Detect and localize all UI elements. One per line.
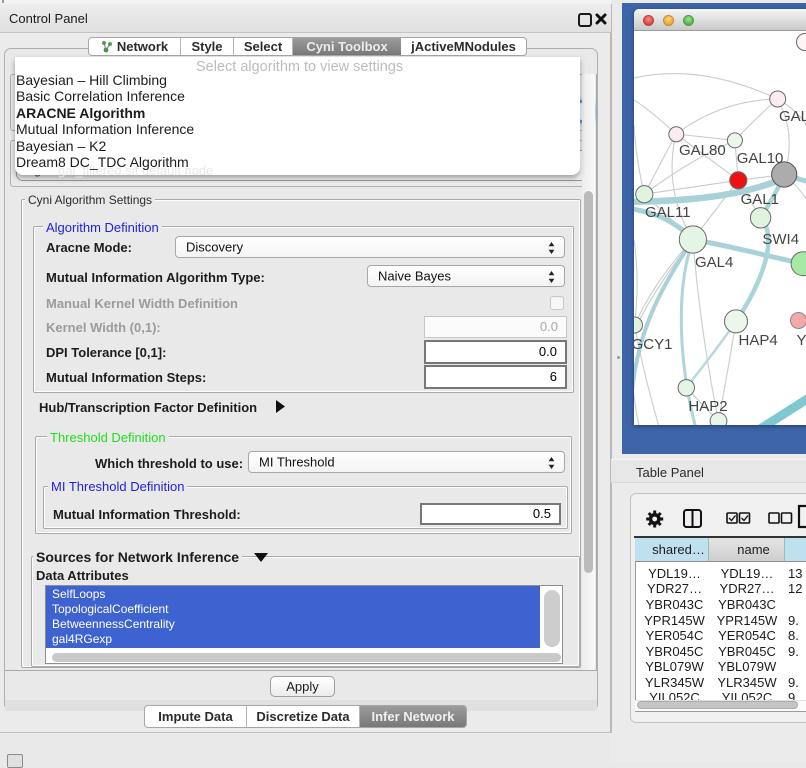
svg-text:SWI4: SWI4 bbox=[762, 231, 799, 248]
svg-text:GAL80: GAL80 bbox=[679, 142, 726, 159]
svg-text:GAL11: GAL11 bbox=[645, 204, 691, 221]
svg-text:GAL2: GAL2 bbox=[779, 108, 806, 125]
svg-text:GAL1: GAL1 bbox=[741, 191, 779, 208]
svg-text:YPL: YPL bbox=[797, 332, 806, 349]
svg-text:GCY1: GCY1 bbox=[634, 336, 672, 353]
svg-text:GAL10: GAL10 bbox=[737, 150, 784, 167]
svg-text:GAL4: GAL4 bbox=[695, 254, 733, 271]
svg-text:HAP4: HAP4 bbox=[739, 332, 778, 349]
svg-text:HAP2: HAP2 bbox=[688, 398, 727, 415]
